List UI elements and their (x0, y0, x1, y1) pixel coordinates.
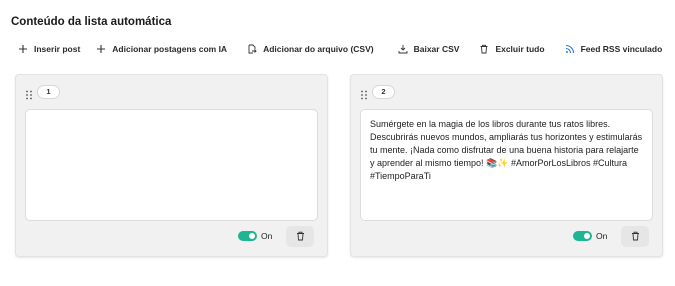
drag-handle-icon[interactable] (360, 87, 368, 100)
download-icon (398, 44, 408, 54)
delete-all-button[interactable]: Excluir tudo (479, 44, 545, 54)
toolbar: Inserir post Adicionar postagens com IA … (18, 42, 662, 56)
trash-icon (479, 44, 489, 54)
trash-icon (296, 228, 305, 246)
add-from-csv-button[interactable]: Adicionar do arquivo (CSV) (247, 44, 374, 54)
toggle-label: On (261, 231, 273, 241)
delete-post-button[interactable] (621, 226, 649, 247)
toggle-switch[interactable] (238, 231, 257, 241)
post-text-input[interactable] (25, 109, 318, 221)
rss-feed-button[interactable]: Feed RSS vinculado (565, 44, 662, 54)
trash-icon (631, 228, 640, 246)
plus-icon (96, 44, 106, 54)
download-csv-button[interactable]: Baixar CSV (398, 44, 459, 54)
add-ai-posts-button[interactable]: Adicionar postagens com IA (96, 44, 227, 54)
toggle-label: On (596, 231, 608, 241)
plus-icon (18, 44, 28, 54)
post-enabled-toggle[interactable]: On (573, 231, 607, 241)
post-text-input[interactable]: Sumérgete en la magia de los libros dura… (360, 109, 653, 221)
post-card: 2 Sumérgete en la magia de los libros du… (350, 74, 663, 257)
toggle-switch[interactable] (573, 231, 592, 241)
insert-post-button[interactable]: Inserir post (18, 44, 80, 54)
drag-handle-icon[interactable] (25, 87, 33, 100)
file-import-icon (247, 44, 257, 54)
post-number-badge: 2 (372, 85, 395, 99)
post-card: 1 On (15, 74, 328, 257)
rss-icon (565, 44, 575, 54)
delete-post-button[interactable] (286, 226, 314, 247)
post-enabled-toggle[interactable]: On (238, 231, 272, 241)
page-title: Conteúdo da lista automática (11, 16, 172, 28)
post-number-badge: 1 (37, 85, 60, 99)
